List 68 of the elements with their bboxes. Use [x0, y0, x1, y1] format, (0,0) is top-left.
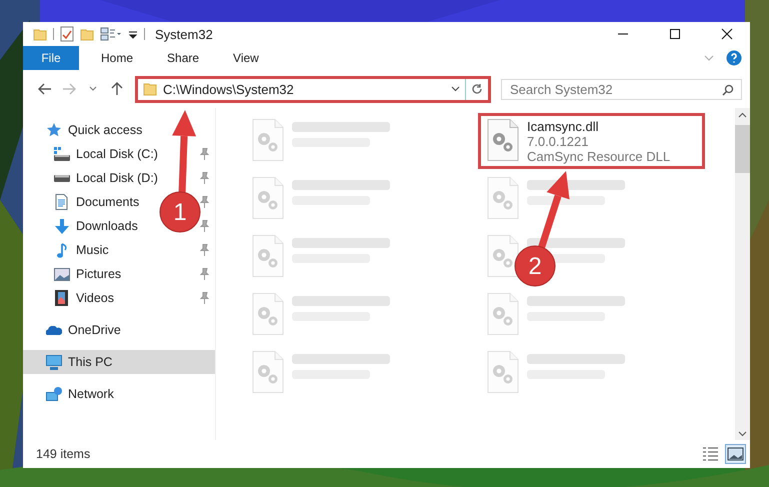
music-note-icon [56, 242, 66, 258]
pin-icon[interactable] [200, 148, 209, 160]
item-count: 149 items [36, 447, 90, 461]
pin-icon[interactable] [200, 196, 209, 208]
sidebar-item[interactable]: Pictures [53, 267, 122, 281]
gear-file-icon [487, 119, 519, 161]
scrollbar[interactable] [735, 108, 750, 440]
up-arrow-icon [111, 82, 123, 96]
film-icon [55, 290, 68, 306]
sidebar-item[interactable]: OneDrive [45, 323, 121, 337]
pin-icon[interactable] [200, 268, 209, 280]
search-icon[interactable] [722, 84, 734, 96]
folder-icon [143, 82, 157, 96]
customize-dropdown-icon[interactable] [128, 29, 138, 39]
sidebar-item[interactable]: Quick access [45, 122, 142, 138]
close-icon [721, 28, 733, 40]
download-arrow-icon [54, 218, 68, 234]
sidebar-item[interactable]: Local Disk (C:) [53, 147, 158, 161]
ribbon-tab[interactable]: Home [87, 46, 148, 70]
document-icon [55, 194, 68, 210]
properties-icon[interactable] [60, 26, 74, 42]
sidebar-item[interactable]: Videos [53, 290, 114, 306]
pin-icon[interactable] [200, 244, 209, 256]
step-number: 2 [528, 253, 542, 280]
drive-icon [54, 174, 70, 182]
file-version: 7.0.0.1221 [527, 134, 590, 149]
file-description: CamSync Resource DLL [527, 149, 670, 164]
view-options-icon[interactable] [100, 27, 122, 41]
large-icons-view-button[interactable] [725, 444, 746, 464]
sidebar-item[interactable]: Downloads [53, 218, 138, 234]
expand-ribbon-icon[interactable] [704, 55, 714, 61]
address-bar[interactable]: C:\Windows\System32 [135, 76, 491, 102]
window-title: System32 [155, 26, 213, 42]
star-icon [46, 122, 62, 138]
ribbon-tab[interactable]: View [219, 46, 273, 70]
address-path: C:\Windows\System32 [162, 82, 295, 96]
refresh-icon[interactable] [471, 83, 483, 95]
cloud-icon [46, 326, 62, 334]
help-icon[interactable] [726, 50, 742, 66]
search-field[interactable]: Search System32 [501, 78, 742, 100]
forward-arrow-icon [62, 83, 76, 95]
monitor-icon [46, 354, 62, 370]
pin-icon[interactable] [200, 220, 209, 232]
pin-icon[interactable] [200, 292, 209, 304]
step-number: 1 [173, 199, 187, 226]
scroll-up-icon[interactable] [738, 112, 747, 118]
sidebar-item[interactable]: Local Disk (D:) [53, 171, 158, 185]
picture-icon [54, 268, 70, 280]
dropdown-icon[interactable] [450, 86, 460, 92]
scroll-thumb[interactable] [735, 125, 750, 173]
network-icon [46, 387, 62, 401]
sidebar-item[interactable]: Network [45, 387, 114, 401]
pin-icon[interactable] [200, 172, 209, 184]
back-arrow-icon [38, 83, 52, 95]
sidebar-item[interactable]: Music [53, 242, 109, 258]
chevron-down-icon [89, 86, 97, 92]
file-item[interactable]: Icamsync.dll 7.0.0.1221 CamSync Resource DLL [478, 113, 705, 169]
file-name: Icamsync.dll [527, 119, 600, 134]
new-folder-icon[interactable] [80, 27, 94, 41]
ribbon-tab[interactable]: Share [153, 46, 214, 70]
file-icon[interactable] [487, 235, 519, 277]
folder-icon[interactable] [33, 27, 47, 41]
file-menu-tab[interactable]: File [23, 46, 79, 70]
sidebar-item[interactable]: Documents [53, 194, 140, 210]
maximize-icon [669, 28, 681, 40]
sidebar-item[interactable]: This PC [45, 354, 112, 370]
drive-icon [54, 147, 70, 161]
scroll-down-icon[interactable] [738, 430, 747, 436]
